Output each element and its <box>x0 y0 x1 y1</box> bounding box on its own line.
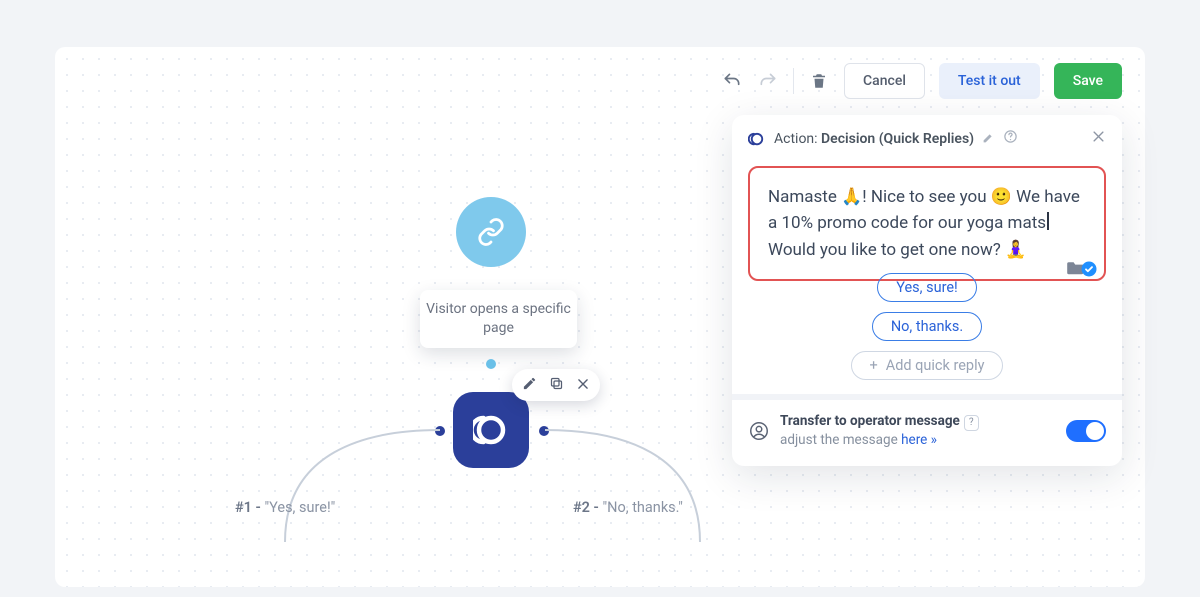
trash-icon[interactable] <box>808 70 830 92</box>
transfer-here-link[interactable]: here » <box>901 432 937 448</box>
divider <box>793 68 794 94</box>
action-panel: Action: Decision (Quick Replies) Namaste… <box>732 115 1122 466</box>
check-badge-icon <box>1080 260 1098 278</box>
help-icon[interactable] <box>1003 129 1018 148</box>
message-text: Namaste 🙏! Nice to see you 🙂 We have a 1… <box>768 187 1080 233</box>
link-icon <box>476 217 506 247</box>
quick-replies-icon <box>748 130 766 148</box>
quick-reply-1[interactable]: Yes, sure! <box>877 273 977 302</box>
branch-1-label: #1 - "Yes, sure!" <box>235 499 335 516</box>
edit-icon[interactable] <box>522 376 537 395</box>
help-icon[interactable]: ? <box>964 415 979 431</box>
trigger-node[interactable] <box>456 197 526 267</box>
panel-header: Action: Decision (Quick Replies) <box>732 115 1122 158</box>
connector-dot-right <box>539 426 549 436</box>
rename-icon[interactable] <box>982 129 995 148</box>
top-toolbar: Cancel Test it out Save <box>721 59 1122 103</box>
flow-canvas[interactable]: Cancel Test it out Save Visitor opens a … <box>55 47 1145 587</box>
message-text-after: Would you like to get one now? 🧘‍♀️ <box>768 240 1026 260</box>
duplicate-icon[interactable] <box>549 376 564 395</box>
cancel-button[interactable]: Cancel <box>844 63 925 99</box>
quick-replies-icon <box>473 412 509 448</box>
connector-dot-left <box>435 426 445 436</box>
transfer-toggle[interactable] <box>1066 420 1106 442</box>
message-input[interactable]: Namaste 🙏! Nice to see you 🙂 We have a 1… <box>748 166 1106 281</box>
close-icon[interactable] <box>576 376 590 395</box>
add-quick-reply-button[interactable]: +Add quick reply <box>851 351 1004 380</box>
decision-node[interactable] <box>453 392 529 468</box>
branch-2-label: #2 - "No, thanks." <box>573 499 683 516</box>
plus-icon: + <box>870 357 878 374</box>
undo-icon[interactable] <box>721 70 743 92</box>
trigger-tooltip: Visitor opens a specific page <box>420 290 577 348</box>
transfer-section: Transfer to operator message? adjust the… <box>732 400 1122 466</box>
transfer-title: Transfer to operator message <box>780 413 960 429</box>
quick-reply-2[interactable]: No, thanks. <box>872 312 982 341</box>
test-button[interactable]: Test it out <box>939 63 1040 99</box>
connector-dot-top <box>486 359 496 369</box>
panel-title: Action: Decision (Quick Replies) <box>774 131 974 147</box>
close-panel-icon[interactable] <box>1091 129 1106 148</box>
save-button[interactable]: Save <box>1054 63 1122 99</box>
text-cursor <box>1047 212 1049 231</box>
operator-icon <box>748 420 770 442</box>
redo-icon[interactable] <box>757 70 779 92</box>
node-toolbar <box>512 369 600 401</box>
